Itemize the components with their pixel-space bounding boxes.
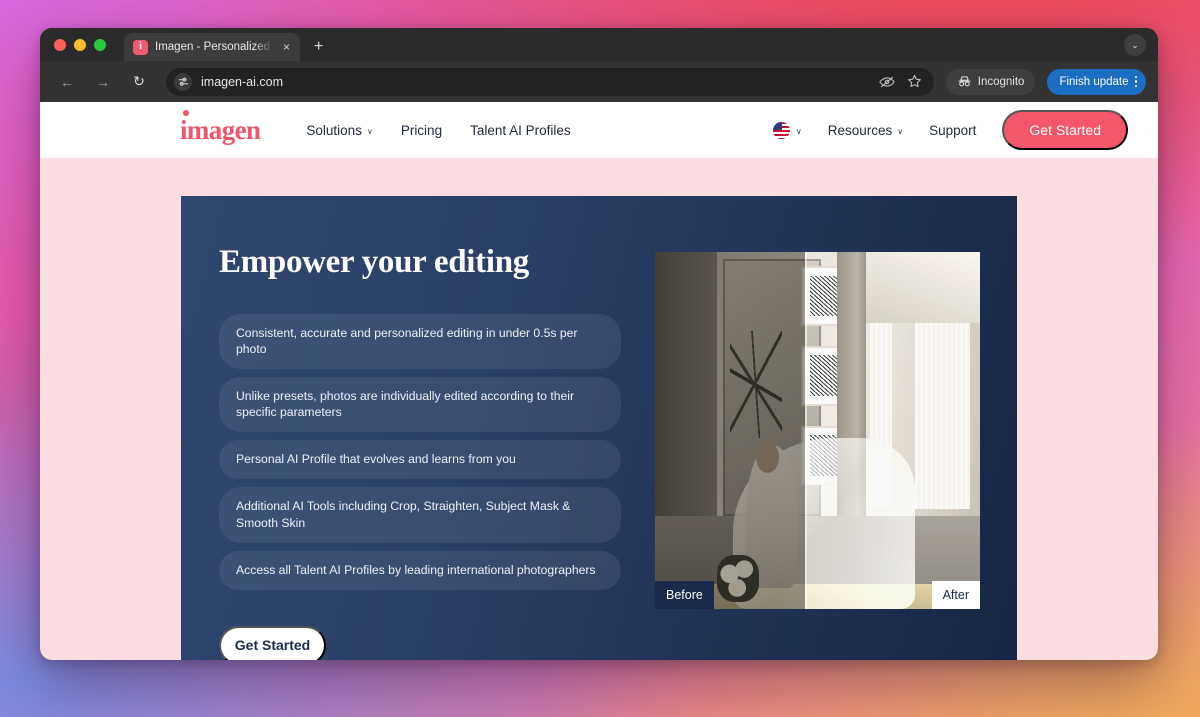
list-item: Additional AI Tools including Crop, Stra… xyxy=(219,487,621,543)
list-item: Personal AI Profile that evolves and lea… xyxy=(219,440,621,480)
before-photo xyxy=(655,252,805,609)
before-label: Before xyxy=(655,581,714,609)
list-item: Access all Talent AI Profiles by leading… xyxy=(219,550,621,590)
incognito-label: Incognito xyxy=(977,75,1025,88)
before-after-divider[interactable] xyxy=(804,252,807,609)
nav-item-resources-label: Resources xyxy=(827,122,893,138)
minimize-window-button[interactable] xyxy=(74,38,86,51)
finish-update-label: Finish update xyxy=(1059,75,1129,88)
nav-item-support[interactable]: Support xyxy=(929,123,976,138)
bookmark-star-icon[interactable] xyxy=(907,74,922,89)
before-after-image[interactable]: Before After xyxy=(655,252,980,609)
secondary-navigation: ∨ Resources ∨ Support Get Started xyxy=(772,110,1128,150)
hero-get-started-button[interactable]: Get Started xyxy=(219,625,326,660)
nav-item-resources[interactable]: Resources ∨ xyxy=(828,123,903,138)
chevron-down-icon: ∨ xyxy=(795,126,802,136)
header-get-started-button[interactable]: Get Started xyxy=(1002,110,1128,150)
omnibox-actions xyxy=(879,74,924,89)
tab-strip: i Imagen - Personalized AI Pho × + ⌄ xyxy=(40,28,1158,61)
nav-item-talent-ai-profiles[interactable]: Talent AI Profiles xyxy=(470,123,571,138)
browser-toolbar: ← → ↻ imagen-ai.com Incognito Finish upd… xyxy=(40,61,1158,102)
window-traffic-lights xyxy=(54,28,124,61)
hero-content: Empower your editing Consistent, accurat… xyxy=(181,196,621,660)
address-bar[interactable]: imagen-ai.com xyxy=(166,67,934,96)
close-window-button[interactable] xyxy=(54,38,66,51)
page-viewport: imagen Solutions ∨ Pricing Talent AI Pro… xyxy=(40,102,1158,660)
list-item: Unlike presets, photos are individually … xyxy=(219,377,621,433)
new-tab-icon[interactable]: + xyxy=(314,39,323,55)
close-tab-icon[interactable]: × xyxy=(280,39,293,55)
nav-item-solutions[interactable]: Solutions ∨ xyxy=(306,123,372,138)
tracking-protection-icon[interactable] xyxy=(879,75,895,89)
browser-tab[interactable]: i Imagen - Personalized AI Pho × xyxy=(124,33,300,61)
nav-item-talent-ai-profiles-label: Talent AI Profiles xyxy=(470,122,571,138)
page-title: Empower your editing xyxy=(219,244,529,280)
back-icon[interactable]: ← xyxy=(54,69,80,95)
feature-list: Consistent, accurate and personalized ed… xyxy=(219,314,621,590)
finish-update-button[interactable]: Finish update xyxy=(1047,68,1146,95)
nav-item-pricing-label: Pricing xyxy=(400,122,443,138)
after-photo xyxy=(804,252,980,609)
nav-item-pricing[interactable]: Pricing xyxy=(401,123,442,138)
tab-title: Imagen - Personalized AI Pho xyxy=(155,41,273,53)
incognito-icon xyxy=(958,76,971,87)
chevron-down-icon: ∨ xyxy=(897,126,904,136)
after-label: After xyxy=(931,581,980,609)
list-item: Consistent, accurate and personalized ed… xyxy=(219,314,621,370)
url-text: imagen-ai.com xyxy=(201,74,283,89)
nav-item-solutions-label: Solutions xyxy=(306,122,362,138)
nav-item-support-label: Support xyxy=(929,122,977,138)
chevron-down-icon[interactable]: ⌄ xyxy=(1124,34,1146,56)
us-flag-icon xyxy=(772,121,790,139)
maximize-window-button[interactable] xyxy=(94,38,106,51)
imagen-logo[interactable]: imagen xyxy=(180,109,261,144)
browser-menu-icon[interactable] xyxy=(1134,75,1137,88)
browser-window: i Imagen - Personalized AI Pho × + ⌄ ← →… xyxy=(40,28,1158,660)
hero-section: Empower your editing Consistent, accurat… xyxy=(181,196,1017,660)
site-header: imagen Solutions ∨ Pricing Talent AI Pro… xyxy=(40,102,1158,158)
favicon-icon: i xyxy=(133,39,148,55)
favicon-letter: i xyxy=(139,41,142,52)
incognito-indicator[interactable]: Incognito xyxy=(945,68,1036,95)
reload-icon[interactable]: ↻ xyxy=(126,69,152,95)
primary-navigation: Solutions ∨ Pricing Talent AI Profiles xyxy=(306,123,570,138)
forward-icon[interactable]: → xyxy=(90,69,116,95)
chevron-down-icon: ∨ xyxy=(366,126,373,136)
language-selector[interactable]: ∨ xyxy=(772,121,802,139)
site-settings-icon[interactable] xyxy=(174,72,192,91)
